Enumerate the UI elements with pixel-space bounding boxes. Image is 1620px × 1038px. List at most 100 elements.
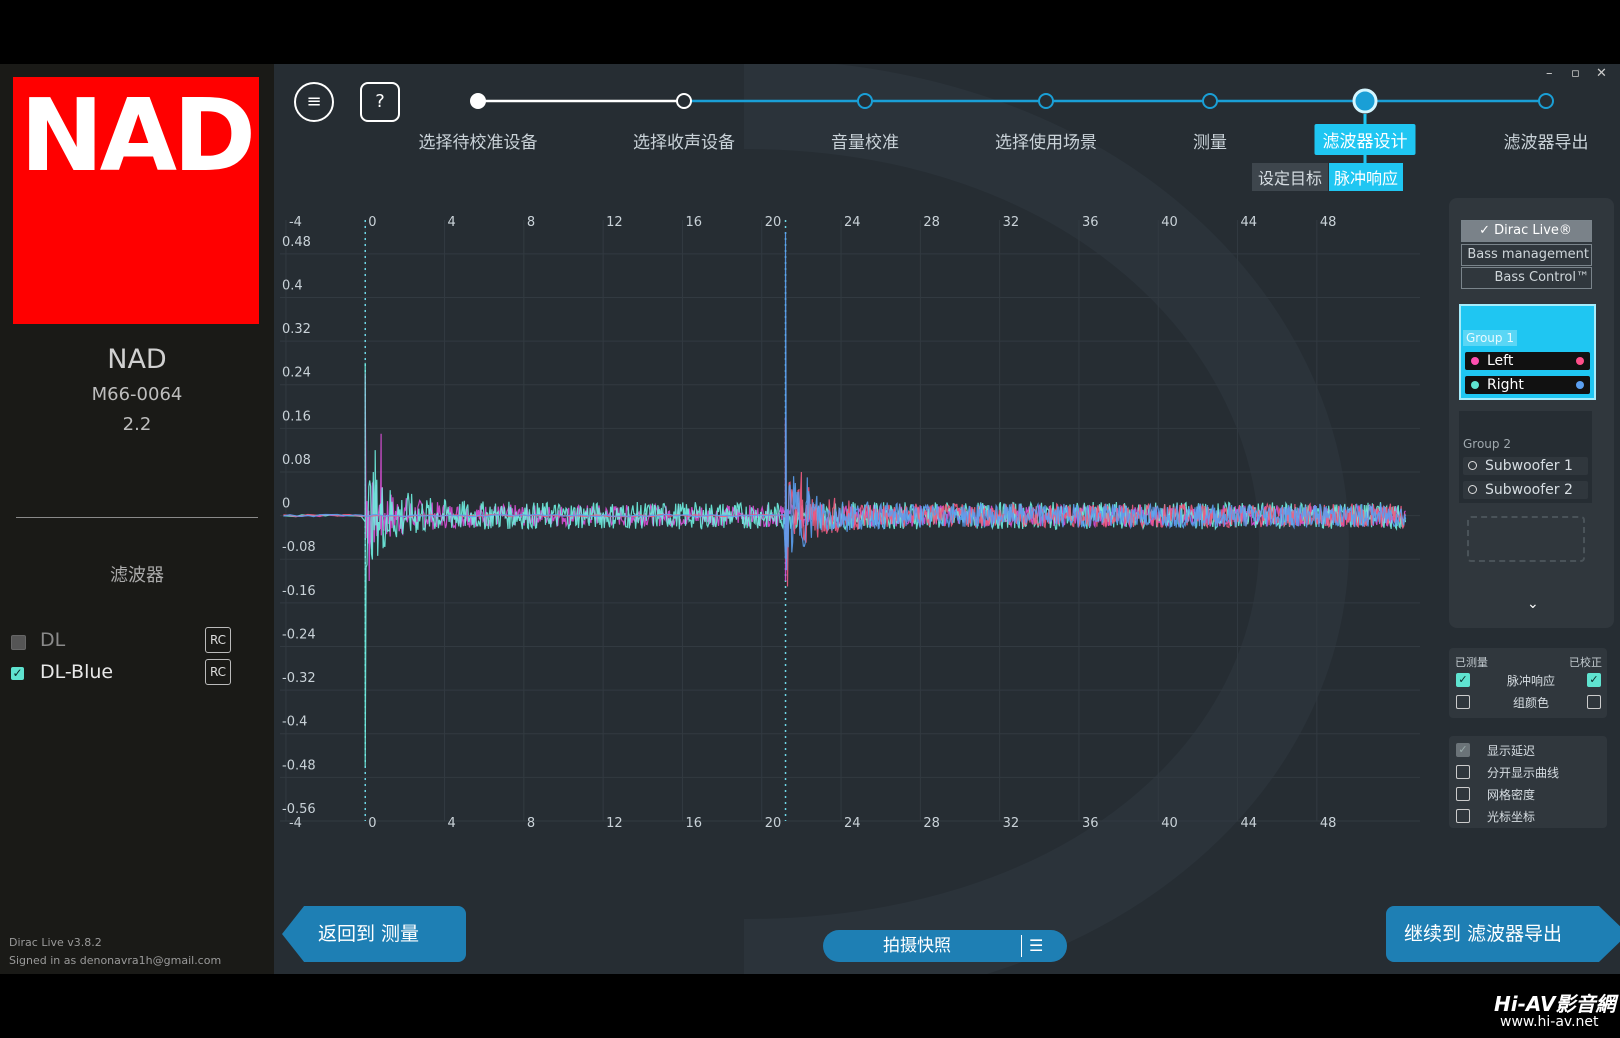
subtab-impulse-response[interactable]: 脉冲响应 [1329,163,1404,191]
group-drop-zone[interactable] [1467,516,1585,562]
x-tick-label-top: 44 [1241,215,1258,230]
step-dot-4[interactable] [1038,93,1054,109]
channel-color-dot [1576,357,1584,365]
y-tick-label: -0.48 [282,758,316,773]
channel-radio [1468,461,1477,470]
snapshot-list-icon[interactable]: ☰ [1029,930,1043,962]
show-delay-checkbox[interactable]: ✓ [1456,743,1470,757]
x-tick-label-bottom: 20 [765,816,782,831]
x-tick-label-bottom: 16 [685,816,702,831]
grid-density-label: 网格密度 [1487,788,1536,802]
filter-label: DL [40,629,66,651]
logo-text: NAD [19,77,256,194]
y-tick-label: 0.32 [282,322,311,337]
group-color-label: 组颜色 [1513,696,1550,710]
x-tick-label-bottom: 4 [448,816,456,831]
y-tick-label: -0.08 [282,540,316,555]
y-tick-label: -0.32 [282,671,316,686]
snapshot-label: 拍摄快照 [883,936,951,956]
progress-stepper [470,88,1554,164]
sidebar: NAD NAD M66-0064 2.2 滤波器 DL RC ✓ DL-Blue… [0,64,274,974]
channel-subwoofer-2[interactable]: Subwoofer 2 [1463,481,1588,499]
group-2[interactable]: Group 2 Subwoofer 1 Subwoofer 2 [1459,411,1592,503]
group-label: Group 1 [1463,330,1517,346]
filter-row-dl-blue[interactable]: ✓ DL-Blue RC [0,659,274,689]
x-tick-label-bottom: 32 [1003,816,1020,831]
x-tick-label-top: 8 [527,215,535,230]
x-tick-label-top: 20 [765,215,782,230]
channel-right[interactable]: Right [1465,376,1590,394]
x-tick-label-bottom: 36 [1082,816,1099,831]
rc-button[interactable]: RC [205,659,231,685]
snapshot-button[interactable]: 拍摄快照 ☰ [823,930,1067,962]
step-select-device[interactable]: 选择待校准设备 [419,128,538,153]
y-tick-label: 0 [282,497,290,512]
channel-label: Right [1487,377,1524,393]
y-tick-label: 0.4 [282,278,303,293]
corrected-header: 已校正 [1569,656,1602,669]
x-tick-label-bottom: 40 [1161,816,1178,831]
mode-bass-management[interactable]: Bass management [1461,244,1592,266]
hi-av-watermark-url: www.hi-av.net [1500,1014,1599,1030]
x-tick-label-top: 4 [448,215,456,230]
filter-label: DL-Blue [40,661,114,683]
sidebar-divider [16,517,258,518]
snapshot-divider [1021,935,1022,957]
app-version: Dirac Live v3.8.2 [9,936,102,949]
filter-row-dl[interactable]: DL RC [0,627,274,657]
filter-checkbox-checked[interactable]: ✓ [11,667,24,680]
step-measure[interactable]: 测量 [1193,128,1227,153]
cursor-coords-checkbox[interactable] [1456,809,1470,823]
chevron-down-icon[interactable]: ⌄ [1527,596,1539,612]
group-1[interactable]: Group 1 Left Right [1459,304,1596,400]
impulse-response-chart[interactable]: -4-4004488121216162020242428283232363640… [280,194,1420,834]
x-tick-label-bottom: 0 [368,816,376,831]
mode-bass-control[interactable]: Bass Control™ [1461,267,1592,289]
channel-subwoofer-1[interactable]: Subwoofer 1 [1463,457,1588,475]
impulse-corrected-checkbox[interactable]: ✓ [1587,673,1601,687]
y-tick-label: -0.16 [282,584,316,599]
grid-density-checkbox[interactable] [1456,787,1470,801]
y-tick-label: -0.4 [282,715,307,730]
group-color-measured-checkbox[interactable] [1456,695,1470,709]
x-tick-label-top: 48 [1320,215,1337,230]
x-tick-label-top: 36 [1082,215,1099,230]
rc-button[interactable]: RC [205,627,231,653]
device-model: M66-0064 [91,384,183,405]
channel-label: Left [1487,353,1514,369]
back-to-measure-button[interactable]: 返回到 测量 [282,906,466,962]
step-filter-design[interactable]: 滤波器设计 [1314,124,1416,155]
y-tick-label: 0.48 [282,235,311,250]
channel-color-dot [1471,381,1479,389]
y-tick-label: 0.16 [282,409,311,424]
continue-to-export-button[interactable]: 继续到 滤波器导出 [1386,906,1620,962]
step-dot-5[interactable] [1202,93,1218,109]
mode-label: Dirac Live® [1494,223,1572,238]
step-volume-calibration[interactable]: 音量校准 [831,128,899,153]
step-dot-7[interactable] [1538,93,1554,109]
step-dot-1[interactable] [470,93,486,109]
step-dot-3[interactable] [857,93,873,109]
y-tick-label: -0.24 [282,627,316,642]
cursor-coords-label: 光标坐标 [1487,810,1536,824]
split-curves-checkbox[interactable] [1456,765,1470,779]
nad-logo: NAD [13,77,259,324]
x-tick-label-bottom: 12 [606,816,623,831]
x-tick-label-top: 32 [1003,215,1020,230]
impulse-measured-checkbox[interactable]: ✓ [1456,673,1470,687]
subtab-target[interactable]: 设定目标 [1252,163,1329,191]
step-select-mic[interactable]: 选择收声设备 [633,128,735,153]
step-filter-export[interactable]: 滤波器导出 [1504,128,1589,153]
x-tick-label-bottom: 24 [844,816,861,831]
filter-checkbox[interactable] [11,635,26,650]
device-name: NAD [107,344,167,375]
channel-left[interactable]: Left [1465,352,1590,370]
step-dot-6-active[interactable] [1352,88,1378,114]
curve-options-panel: 已测量 已校正 ✓ 脉冲响应 ✓ 组颜色 [1449,648,1607,718]
group-color-corrected-checkbox[interactable] [1587,695,1601,709]
filters-title: 滤波器 [110,565,164,586]
step-dot-2[interactable] [676,93,692,109]
mode-dirac-live[interactable]: ✓ Dirac Live® [1461,220,1592,242]
step-select-scenario[interactable]: 选择使用场景 [995,128,1097,153]
channel-radio [1468,485,1477,494]
